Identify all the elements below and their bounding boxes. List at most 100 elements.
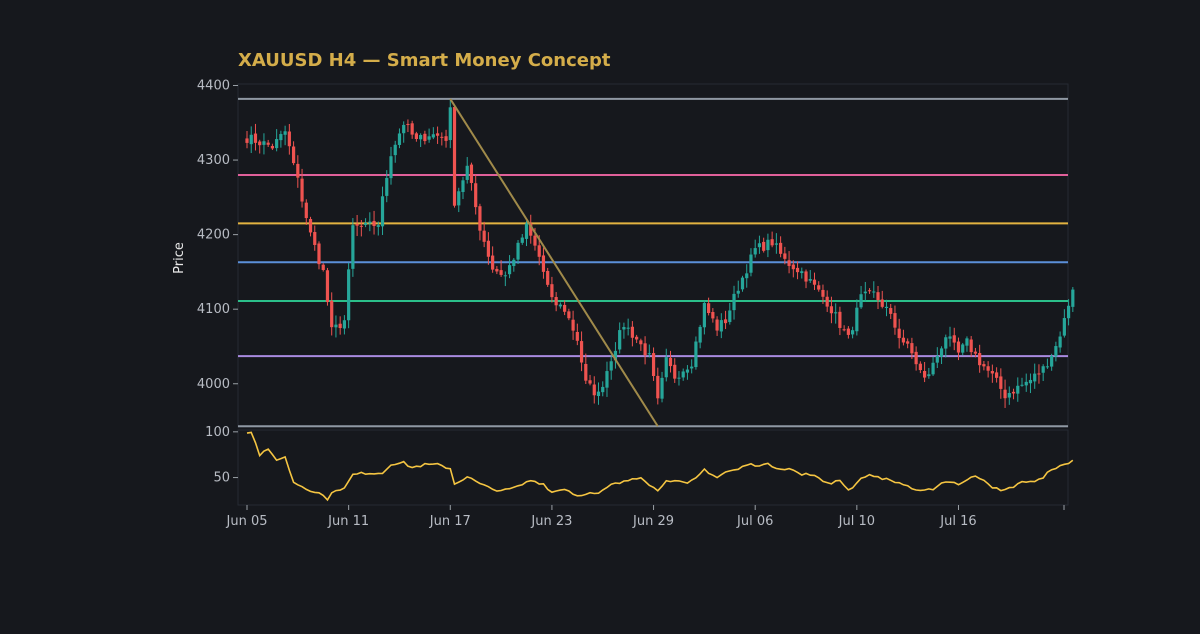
candle-body: [452, 107, 457, 206]
candle-body: [296, 163, 300, 178]
candle-body: [749, 254, 753, 273]
candle-body: [774, 243, 778, 245]
candle-body: [275, 139, 279, 149]
price-panel: 4000 4100 4200 4300 4400: [197, 78, 1075, 428]
candle-body: [592, 384, 596, 396]
candle-body: [541, 255, 546, 272]
candle-body: [330, 300, 334, 328]
candle-body: [982, 364, 986, 367]
candle-body: [266, 142, 270, 145]
candle-body: [499, 270, 503, 275]
candle-body: [707, 303, 711, 314]
candle-body: [812, 279, 817, 285]
candle-body: [719, 320, 723, 332]
candle-body: [524, 223, 529, 239]
candle-body: [859, 294, 863, 308]
candle-body: [668, 357, 673, 367]
candle-body: [685, 369, 690, 373]
candle-body: [516, 242, 520, 260]
candle-body: [918, 363, 922, 371]
smc-chart: XAUUSD H4 — Smart Money Concept Price 40…: [172, 50, 1075, 529]
candle-body: [766, 239, 770, 251]
x-tick-label: Jul 10: [838, 514, 875, 529]
candle-body: [770, 239, 774, 246]
candle-body: [660, 377, 664, 399]
candle-body: [622, 327, 626, 330]
candle-body: [1071, 289, 1075, 307]
candle-body: [258, 141, 262, 146]
candle-body: [571, 319, 575, 331]
candle-body: [491, 255, 495, 270]
candle-body: [249, 134, 253, 145]
candle-body: [419, 134, 423, 140]
candle-body: [1011, 391, 1016, 394]
candle-body: [406, 123, 410, 125]
candle-body: [537, 245, 541, 257]
candle-body: [923, 370, 927, 378]
candle-body: [596, 391, 601, 397]
candle-body: [579, 341, 584, 363]
candle-body: [465, 165, 469, 180]
candle-body: [448, 107, 452, 141]
candle-body: [910, 343, 914, 354]
candle-body: [681, 371, 685, 378]
candle-body: [605, 371, 609, 388]
candle-body: [558, 304, 562, 307]
x-tick-label: Jun 17: [429, 514, 471, 529]
candle-body: [584, 363, 588, 381]
candle-body: [639, 340, 643, 345]
candle-body: [880, 299, 884, 307]
x-tick-label: Jul 16: [939, 514, 976, 529]
candle-body: [380, 196, 385, 227]
rsi-tick-label: 100: [205, 425, 230, 440]
candle-body: [795, 267, 800, 273]
candle-body: [372, 220, 376, 227]
candle-body: [897, 328, 901, 339]
candle-body: [842, 329, 846, 331]
candle-body: [757, 243, 762, 248]
candle-body: [745, 273, 749, 279]
candle-body: [347, 269, 351, 321]
candle-body: [1033, 373, 1037, 382]
candle-body: [986, 366, 990, 371]
candle-body: [338, 323, 342, 329]
candle-body: [520, 237, 524, 243]
candle-body: [994, 372, 999, 378]
candle-body: [948, 336, 952, 339]
candle-body: [647, 353, 651, 355]
candle-body: [956, 341, 961, 353]
candle-body: [1066, 305, 1071, 319]
candle-body: [283, 131, 287, 135]
candle-body: [635, 336, 639, 340]
candle-body: [762, 241, 766, 251]
candle-body: [893, 313, 897, 328]
candle-body: [385, 177, 389, 196]
candle-body: [469, 164, 474, 183]
candle-body: [677, 377, 681, 379]
candle-body: [423, 133, 427, 142]
candle-body: [1024, 381, 1028, 386]
y-tick-label: 4400: [197, 78, 230, 93]
x-tick-label: Jun 11: [327, 514, 369, 529]
candle-body: [554, 297, 558, 306]
candle-body: [389, 156, 393, 179]
x-tick-label: Jun 29: [632, 514, 674, 529]
candle-body: [1003, 389, 1007, 399]
chart-root: XAUUSD H4 — Smart Money Concept Price 40…: [0, 0, 1200, 630]
candle-body: [787, 260, 791, 266]
candle-body: [664, 357, 668, 378]
candle-body: [317, 243, 321, 265]
candle-body: [1050, 356, 1054, 367]
candle-body: [973, 351, 978, 354]
candle-body: [851, 330, 855, 335]
candle-body: [512, 259, 516, 267]
candle-body: [808, 279, 812, 281]
candle-body: [1007, 393, 1011, 398]
candle-body: [563, 304, 567, 312]
candle-body: [965, 338, 969, 346]
candle-body: [1045, 366, 1050, 368]
candle-body: [1037, 373, 1041, 375]
candle-body: [1020, 384, 1024, 386]
candle-body: [711, 312, 715, 319]
candle-body: [872, 291, 876, 293]
